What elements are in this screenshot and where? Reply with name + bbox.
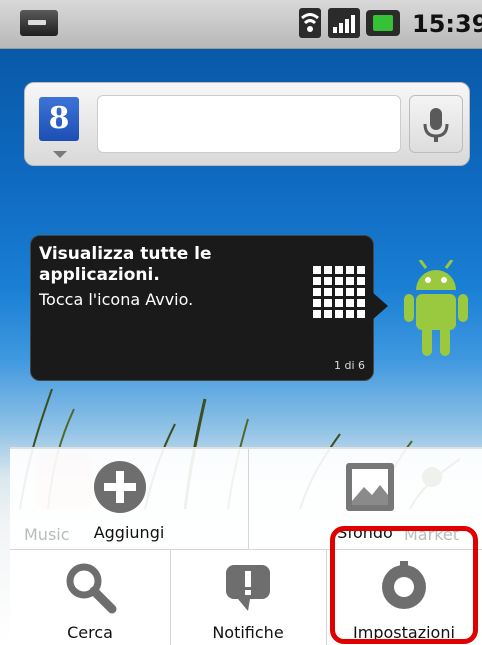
menu-label-notifications: Notifiche [212,623,284,642]
voice-search-button[interactable] [409,95,463,153]
launcher-tip[interactable]: Visualizza tutte le applicazioni. Tocca … [30,235,388,381]
google-search-icon[interactable]: 8 [39,97,79,141]
settings-highlight-box [330,526,478,644]
menu-item-search[interactable]: Cerca [10,549,171,645]
wallpaper-icon [346,463,394,511]
menu-label-search: Cerca [67,623,113,642]
app-grid-icon [313,266,365,318]
signal-icon [328,8,360,38]
tip-page-indicator: 1 di 6 [333,359,365,372]
status-bar[interactable]: 15:39 [0,0,482,49]
notification-icon [20,10,58,36]
battery-icon [366,10,400,36]
google-search-widget[interactable]: 8 [24,82,470,166]
android-launcher-icon[interactable] [402,260,470,360]
search-input[interactable] [97,95,401,153]
tip-title: Visualizza tutte le applicazioni. [39,244,212,285]
menu-item-notifications[interactable]: Notifiche [170,549,327,645]
tip-body: Tocca l'icona Avvio. [39,290,194,309]
notifications-icon [226,565,270,611]
background-app-label-music: Music [24,525,70,544]
home-screen: 15:39 8 Visualizza tutte le applicazioni… [0,0,482,645]
menu-item-add[interactable]: Aggiungi Music [10,449,249,550]
search-source-arrow-icon [53,151,67,158]
wifi-icon [299,8,321,38]
add-icon [94,461,146,513]
search-icon [66,563,117,614]
microphone-icon [423,108,449,142]
status-time: 15:39 [412,10,482,38]
